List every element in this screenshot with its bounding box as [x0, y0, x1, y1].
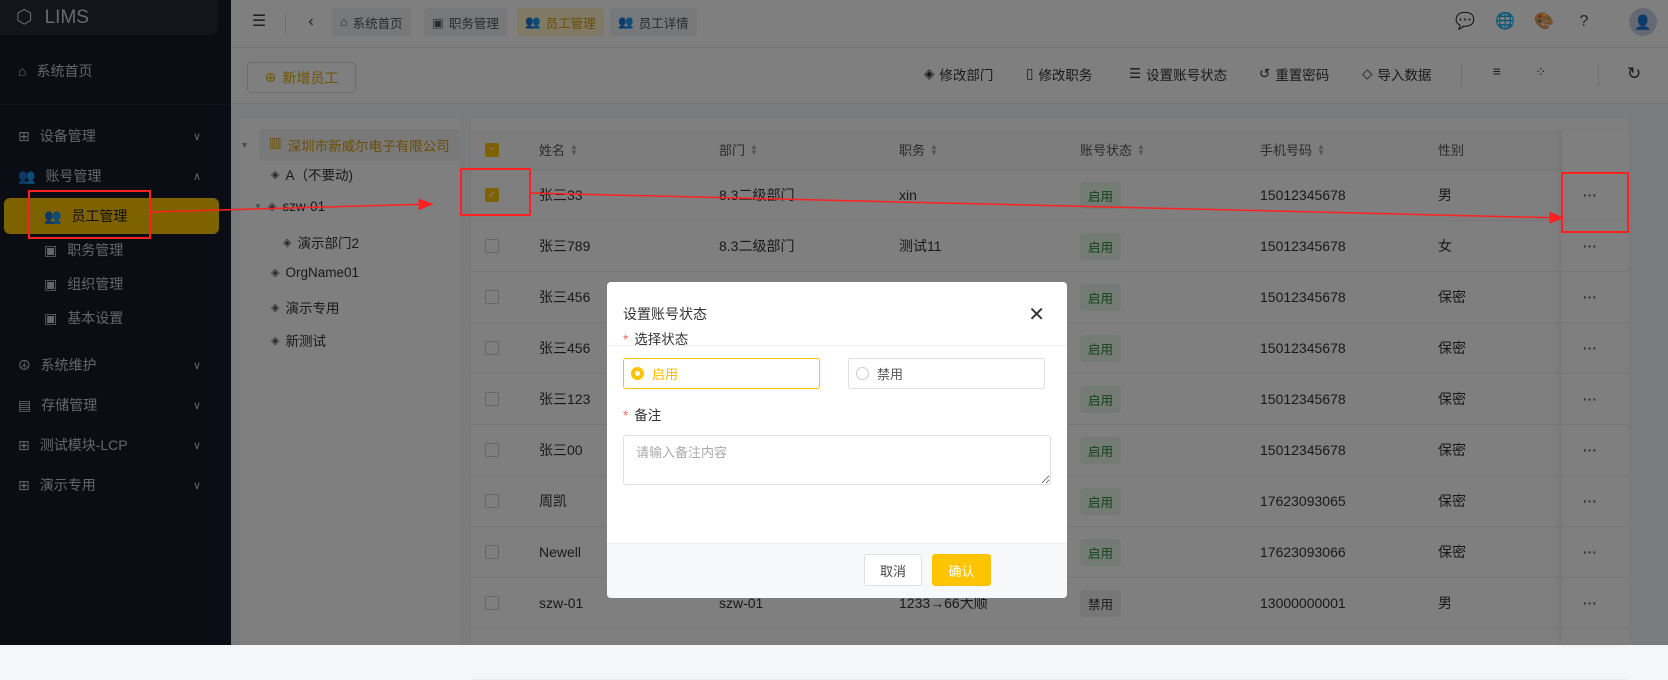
- cancel-button[interactable]: 取消: [864, 554, 922, 586]
- more-actions-button[interactable]: ···: [1583, 527, 1597, 577]
- radio-disabled[interactable]: 禁用: [848, 358, 1045, 389]
- radio-checked-icon: [631, 367, 644, 380]
- more-actions-button[interactable]: ···: [1583, 323, 1597, 373]
- dialog-footer: 取消 确认: [607, 543, 1067, 598]
- more-actions-button[interactable]: ···: [1583, 425, 1597, 475]
- confirm-button[interactable]: 确认: [932, 554, 991, 586]
- dialog-title: 设置账号状态: [623, 305, 707, 322]
- status-label: * 选择状态: [623, 332, 689, 347]
- set-account-status-dialog: 设置账号状态 ✕ *选择状态 启用 禁用 *备注 取消 确认: [607, 282, 1067, 598]
- more-actions-button[interactable]: ···: [1583, 221, 1597, 271]
- more-actions-button[interactable]: ···: [1583, 374, 1597, 424]
- close-icon[interactable]: ✕: [1028, 302, 1045, 327]
- remark-input[interactable]: [623, 435, 1051, 485]
- radio-enabled[interactable]: 启用: [623, 358, 820, 389]
- remark-label: * 备注: [623, 408, 662, 423]
- more-actions-button[interactable]: ···: [1583, 476, 1597, 526]
- more-actions-button[interactable]: ···: [1583, 578, 1597, 628]
- radio-unchecked-icon: [856, 367, 869, 380]
- more-actions-button[interactable]: ···: [1583, 170, 1597, 220]
- more-actions-button[interactable]: ···: [1583, 272, 1597, 322]
